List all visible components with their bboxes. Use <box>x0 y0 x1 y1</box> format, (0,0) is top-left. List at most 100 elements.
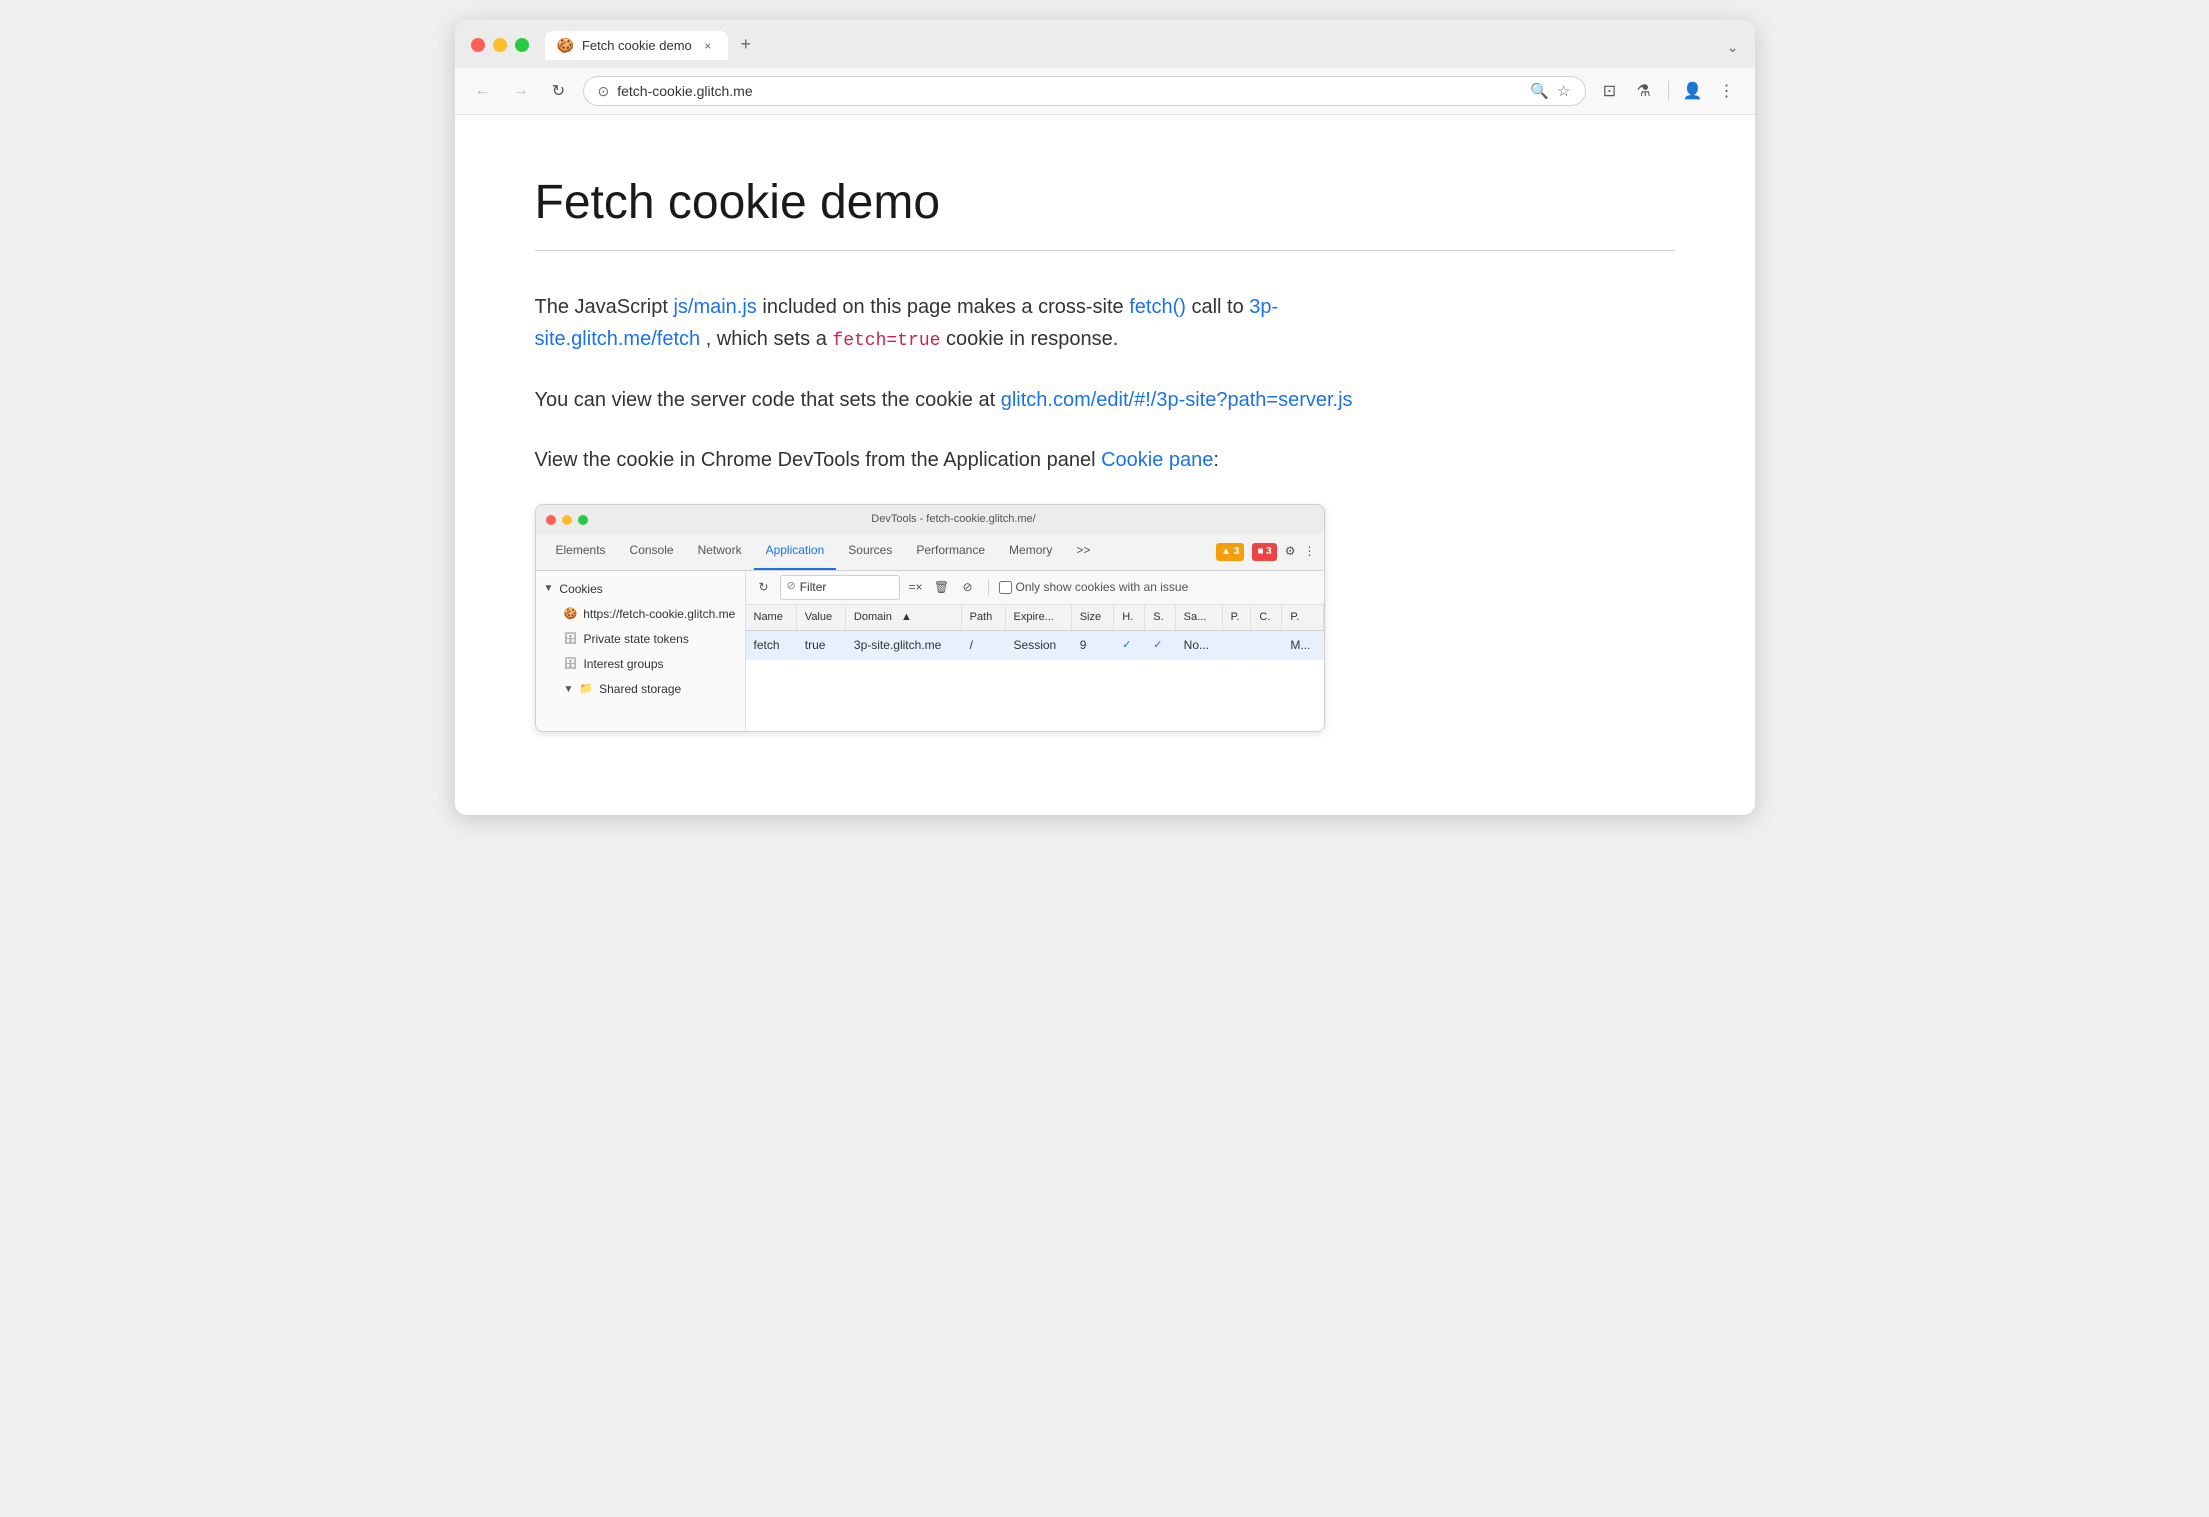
dt-header-path[interactable]: Path <box>961 605 1005 631</box>
reload-button[interactable]: ↻ <box>545 77 573 105</box>
dt-error-badge: ■ 3 <box>1252 543 1276 561</box>
title-bar: 🍪 Fetch cookie demo × + ⌄ <box>455 20 1755 68</box>
back-button[interactable]: ← <box>469 77 497 105</box>
window-controls <box>471 38 529 52</box>
dt-storage-icon-2: 🗄 <box>564 656 578 674</box>
dt-header-cors[interactable]: C. <box>1251 605 1282 631</box>
dt-cell-value: true <box>796 631 845 660</box>
extensions-button[interactable]: ⊡ <box>1596 77 1624 105</box>
maximize-button[interactable] <box>515 38 529 52</box>
dt-cell-sa: No... <box>1175 631 1222 660</box>
tab-title: Fetch cookie demo <box>582 38 692 53</box>
dt-header-domain[interactable]: Domain ▲ <box>845 605 961 631</box>
page-title: Fetch cookie demo <box>535 175 1675 230</box>
dt-header-size[interactable]: Size <box>1071 605 1114 631</box>
dt-more-icon[interactable]: ⋮ <box>1304 542 1316 561</box>
dt-sidebar-shared-storage[interactable]: ▼ 📁 Shared storage <box>536 677 745 702</box>
dt-header-priority[interactable]: P. <box>1222 605 1251 631</box>
dt-header-name[interactable]: Name <box>746 605 797 631</box>
paragraph1-prefix: The JavaScript <box>535 296 674 318</box>
dt-filter-icon: ⊘ <box>787 578 796 596</box>
paragraph2-prefix: You can view the server code that sets t… <box>535 389 1001 411</box>
dt-refresh-button[interactable]: ↻ <box>754 577 774 597</box>
dt-cell-p2: M... <box>1282 631 1323 660</box>
dt-header-expires[interactable]: Expire... <box>1005 605 1071 631</box>
dt-cell-size: 9 <box>1071 631 1114 660</box>
address-bar[interactable]: ⊙ fetch-cookie.glitch.me 🔍 ☆ <box>583 76 1586 106</box>
dt-clear-all-button[interactable]: =× <box>906 577 926 597</box>
fetch-true-code: fetch=true <box>832 331 940 351</box>
paragraph1-middle: included on this page makes a cross-site <box>762 296 1129 318</box>
dt-tab-application[interactable]: Application <box>754 534 837 569</box>
navigation-bar: ← → ↻ ⊙ fetch-cookie.glitch.me 🔍 ☆ ⊡ ⚗ 👤… <box>455 68 1755 115</box>
dt-delete-button[interactable]: 🗑 <box>932 577 952 597</box>
account-button[interactable]: 👤 <box>1679 77 1707 105</box>
dt-checkmark-s: ✓ <box>1153 639 1162 651</box>
menu-button[interactable]: ⋮ <box>1713 77 1741 105</box>
close-button[interactable] <box>471 38 485 52</box>
dt-cell-domain: 3p-site.glitch.me <box>845 631 961 660</box>
page-body: The JavaScript js/main.js included on th… <box>535 291 1355 732</box>
dt-header-secure[interactable]: S. <box>1145 605 1175 631</box>
tab-chevron-icon[interactable]: ⌄ <box>1727 39 1739 56</box>
paragraph1-after: call to <box>1191 296 1249 318</box>
dt-toolbar-icons: ▲ 3 ■ 3 ⚙ ⋮ <box>1216 542 1315 561</box>
dt-header-partition[interactable]: P. <box>1282 605 1323 631</box>
cookie-pane-link[interactable]: Cookie pane <box>1101 449 1213 471</box>
dt-settings-icon[interactable]: ⚙ <box>1285 542 1296 561</box>
search-icon[interactable]: 🔍 <box>1530 82 1549 100</box>
forward-button[interactable]: → <box>507 77 535 105</box>
dt-cell-h: ✓ <box>1114 631 1145 660</box>
bookmark-icon[interactable]: ☆ <box>1557 82 1570 100</box>
address-text: fetch-cookie.glitch.me <box>617 83 1522 99</box>
paragraph-1: The JavaScript js/main.js included on th… <box>535 291 1355 356</box>
js-main-link[interactable]: js/main.js <box>673 296 756 318</box>
tab-bar: 🍪 Fetch cookie demo × + ⌄ <box>545 30 1739 60</box>
minimize-button[interactable] <box>493 38 507 52</box>
dt-sidebar-interest-groups[interactable]: 🗄 Interest groups <box>536 652 745 677</box>
dt-tab-network[interactable]: Network <box>686 534 754 569</box>
paragraph-2: You can view the server code that sets t… <box>535 384 1355 416</box>
experiment-button[interactable]: ⚗ <box>1630 77 1658 105</box>
tab-close-button[interactable]: × <box>700 38 716 54</box>
address-icons: 🔍 ☆ <box>1530 82 1570 100</box>
dt-warning-badge: ▲ 3 <box>1216 543 1244 561</box>
dt-tab-more[interactable]: >> <box>1064 534 1102 569</box>
dt-cookie-table: Name Value Domain ▲ Path Expire... Size … <box>746 605 1324 660</box>
dt-storage-icon-1: 🗄 <box>564 631 578 649</box>
dt-tab-sources[interactable]: Sources <box>836 534 904 569</box>
dt-filter-issues-button[interactable]: ⊘ <box>958 577 978 597</box>
dt-checkmark-h: ✓ <box>1122 639 1131 651</box>
dt-cookie-icon-1: 🍪 <box>564 606 578 624</box>
dt-tab-elements[interactable]: Elements <box>544 534 618 569</box>
dt-header-samesite[interactable]: Sa... <box>1175 605 1222 631</box>
dt-tab-console[interactable]: Console <box>618 534 686 569</box>
dt-filter-box[interactable]: ⊘ Filter <box>780 575 900 600</box>
dt-close-dot <box>546 515 556 525</box>
dt-sidebar-private-tokens[interactable]: 🗄 Private state tokens <box>536 627 745 652</box>
new-tab-button[interactable]: + <box>732 30 760 58</box>
dt-issue-checkbox[interactable] <box>999 581 1012 594</box>
fetch-link[interactable]: fetch() <box>1129 296 1186 318</box>
dt-cookies-arrow: ▼ <box>544 581 554 597</box>
dt-issue-label: Only show cookies with an issue <box>1016 578 1189 597</box>
dt-private-tokens-label: Private state tokens <box>583 630 688 649</box>
dt-toolbar-separator <box>988 579 989 595</box>
dt-tab-memory[interactable]: Memory <box>997 534 1064 569</box>
table-row[interactable]: fetch true 3p-site.glitch.me / Session 9… <box>746 631 1324 660</box>
dt-sidebar-cookies[interactable]: ▼ Cookies <box>536 577 745 602</box>
dt-header-value[interactable]: Value <box>796 605 845 631</box>
page-divider <box>535 250 1675 251</box>
dt-sidebar-fetch-cookie[interactable]: 🍪 https://fetch-cookie.glitch.me <box>536 602 745 627</box>
dt-tab-performance[interactable]: Performance <box>904 534 997 569</box>
dt-folder-icon: 📁 <box>579 681 593 699</box>
active-tab[interactable]: 🍪 Fetch cookie demo × <box>545 31 728 60</box>
dt-cell-path: / <box>961 631 1005 660</box>
dt-filter-text: Filter <box>800 578 827 597</box>
paragraph1-end: , which sets a <box>706 328 833 350</box>
dt-max-dot <box>578 515 588 525</box>
title-bar-top: 🍪 Fetch cookie demo × + ⌄ <box>471 30 1739 60</box>
dt-header-httponly[interactable]: H. <box>1114 605 1145 631</box>
glitch-server-link[interactable]: glitch.com/edit/#!/3p-site?path=server.j… <box>1001 389 1353 411</box>
tab-favicon: 🍪 <box>557 37 574 54</box>
